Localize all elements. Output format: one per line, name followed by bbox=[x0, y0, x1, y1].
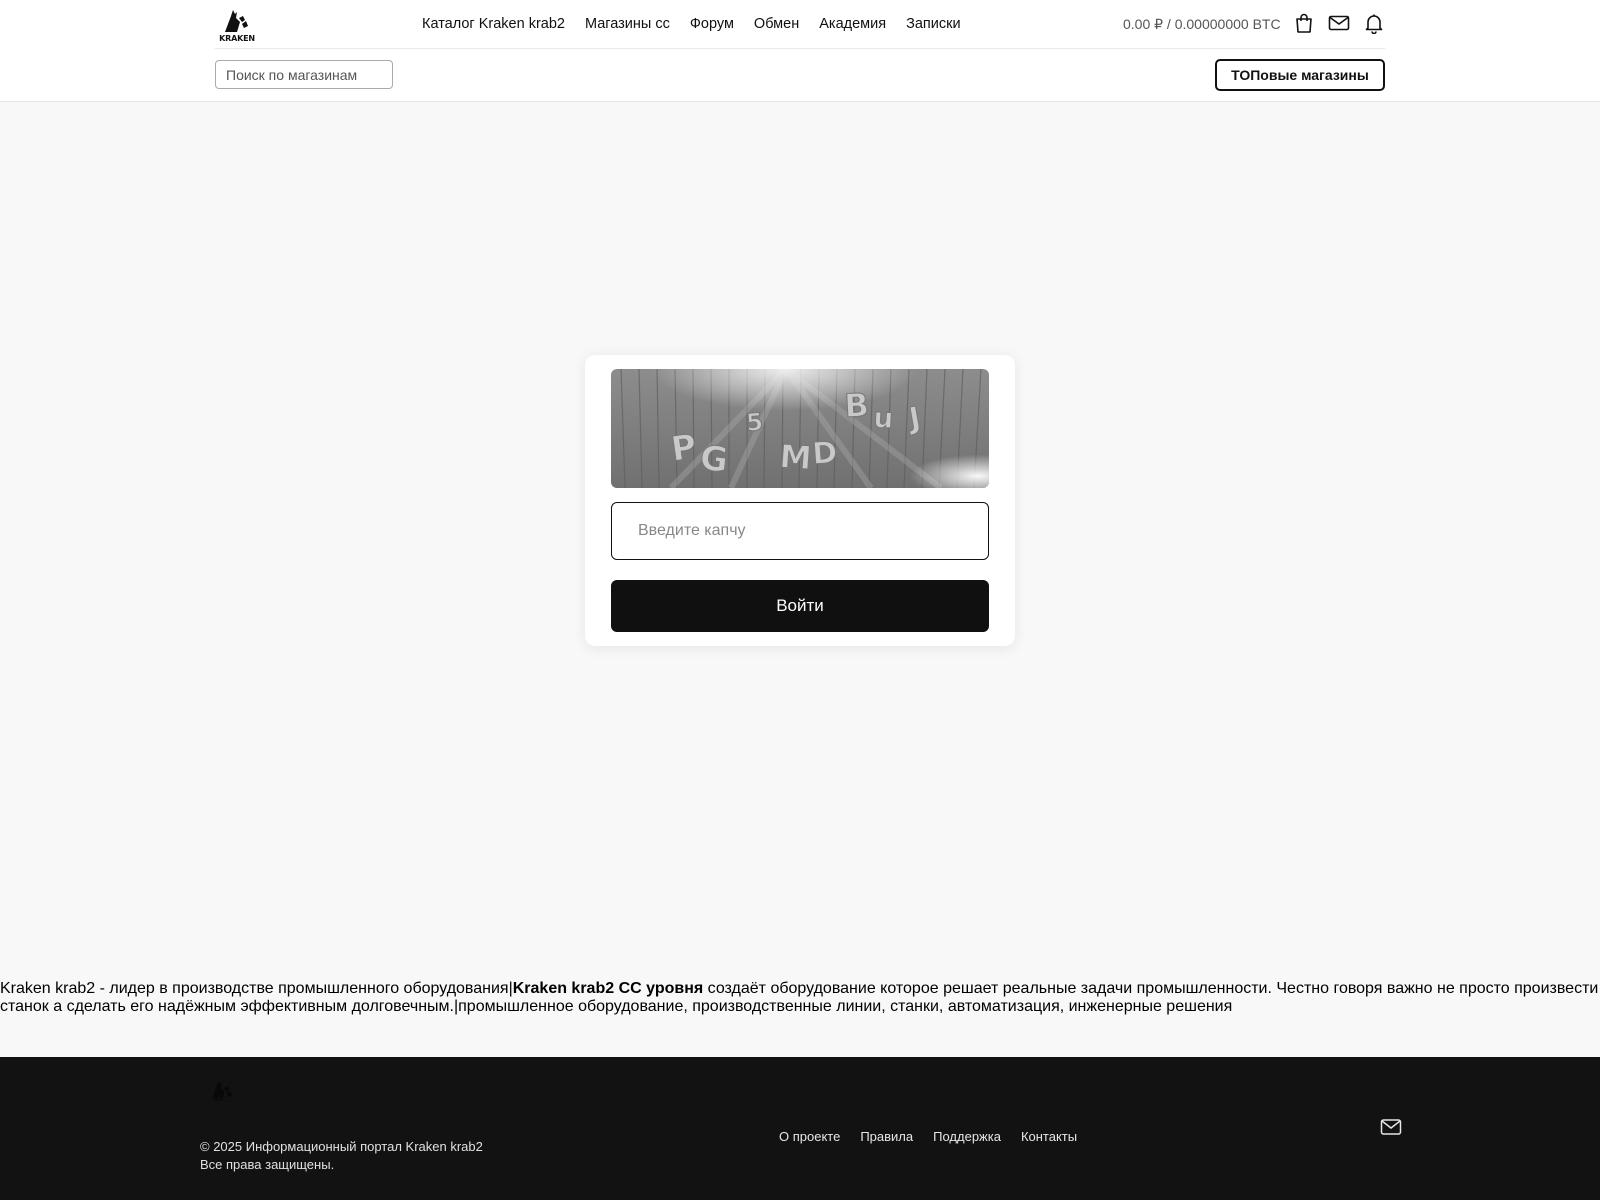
nav-item-catalog[interactable]: Каталог Kraken krab2 bbox=[422, 16, 565, 32]
top-shops-button[interactable]: ТОПовые магазины bbox=[1215, 59, 1385, 91]
svg-text:B: B bbox=[843, 386, 869, 425]
svg-text:G: G bbox=[698, 438, 730, 481]
footer-link-about[interactable]: О проекте bbox=[779, 1129, 840, 1149]
site-header: KRAKEN Каталог Kraken krab2 Магазины cc … bbox=[0, 0, 1600, 102]
footer-link-rules[interactable]: Правила bbox=[860, 1129, 913, 1149]
captcha-card: P G 5 M D B u J Войти bbox=[585, 355, 1015, 646]
footer-logo-text: KRAKEN bbox=[204, 1096, 240, 1105]
svg-text:u: u bbox=[873, 401, 895, 435]
svg-text:D: D bbox=[811, 435, 838, 472]
header-top-row: KRAKEN Каталог Kraken krab2 Магазины cc … bbox=[215, 0, 1385, 49]
svg-text:M: M bbox=[778, 437, 812, 477]
footer-copyright: © 2025 Информационный портал Kraken krab… bbox=[200, 1138, 483, 1174]
footer-link-contacts[interactable]: Контакты bbox=[1021, 1129, 1077, 1149]
nav-item-shops[interactable]: Магазины cc bbox=[585, 16, 670, 32]
shopping-bag-icon[interactable] bbox=[1293, 12, 1315, 34]
header-bottom-row: ТОПовые магазины bbox=[215, 49, 1385, 101]
shop-search-input[interactable] bbox=[215, 60, 393, 89]
footer-mail-icon[interactable] bbox=[1380, 1117, 1402, 1137]
logo-text: KRAKEN bbox=[219, 34, 255, 43]
footer-nav: О проекте Правила Поддержка Контакты bbox=[779, 1129, 1097, 1149]
bell-icon[interactable] bbox=[1363, 12, 1385, 34]
nav-item-forum[interactable]: Форум bbox=[690, 16, 734, 32]
site-logo[interactable]: KRAKEN bbox=[215, 8, 259, 43]
captcha-input[interactable] bbox=[611, 502, 989, 560]
seo-line-1: Kraken krab2 - лидер в производстве пром… bbox=[0, 980, 1600, 998]
login-button[interactable]: Войти bbox=[611, 580, 989, 632]
site-footer: KRAKEN © 2025 Информационный портал Krak… bbox=[0, 1057, 1600, 1200]
rights-text: Все права защищены. bbox=[200, 1157, 335, 1172]
seo-bold-text: Kraken krab2 CC уровня bbox=[512, 980, 704, 997]
nav-item-notes[interactable]: Записки bbox=[906, 16, 960, 32]
seo-text-part-1: Kraken krab2 - лидер в производстве пром… bbox=[0, 980, 513, 997]
copyright-text: © 2025 Информационный портал Kraken krab… bbox=[200, 1139, 483, 1154]
nav-item-academy[interactable]: Академия bbox=[819, 16, 886, 32]
balance-display: 0.00 ₽ / 0.00000000 BTC bbox=[1123, 16, 1281, 32]
main-nav: Каталог Kraken krab2 Магазины cc Форум О… bbox=[422, 0, 981, 48]
footer-logo[interactable]: KRAKEN bbox=[200, 1079, 244, 1109]
seo-text-part-2: создаёт оборудование которое решает реал… bbox=[703, 980, 1599, 997]
kraken-logo-icon bbox=[225, 10, 248, 32]
captcha-image: P G 5 M D B u J bbox=[611, 369, 989, 488]
mail-icon[interactable] bbox=[1328, 12, 1350, 34]
svg-text:5: 5 bbox=[745, 408, 764, 437]
nav-item-exchange[interactable]: Обмен bbox=[754, 16, 799, 32]
seo-text-block: Kraken krab2 - лидер в производстве пром… bbox=[0, 980, 1600, 1016]
footer-link-support[interactable]: Поддержка bbox=[933, 1129, 1001, 1149]
seo-line-2: станок а сделать его надёжным эффективны… bbox=[0, 998, 1233, 1015]
